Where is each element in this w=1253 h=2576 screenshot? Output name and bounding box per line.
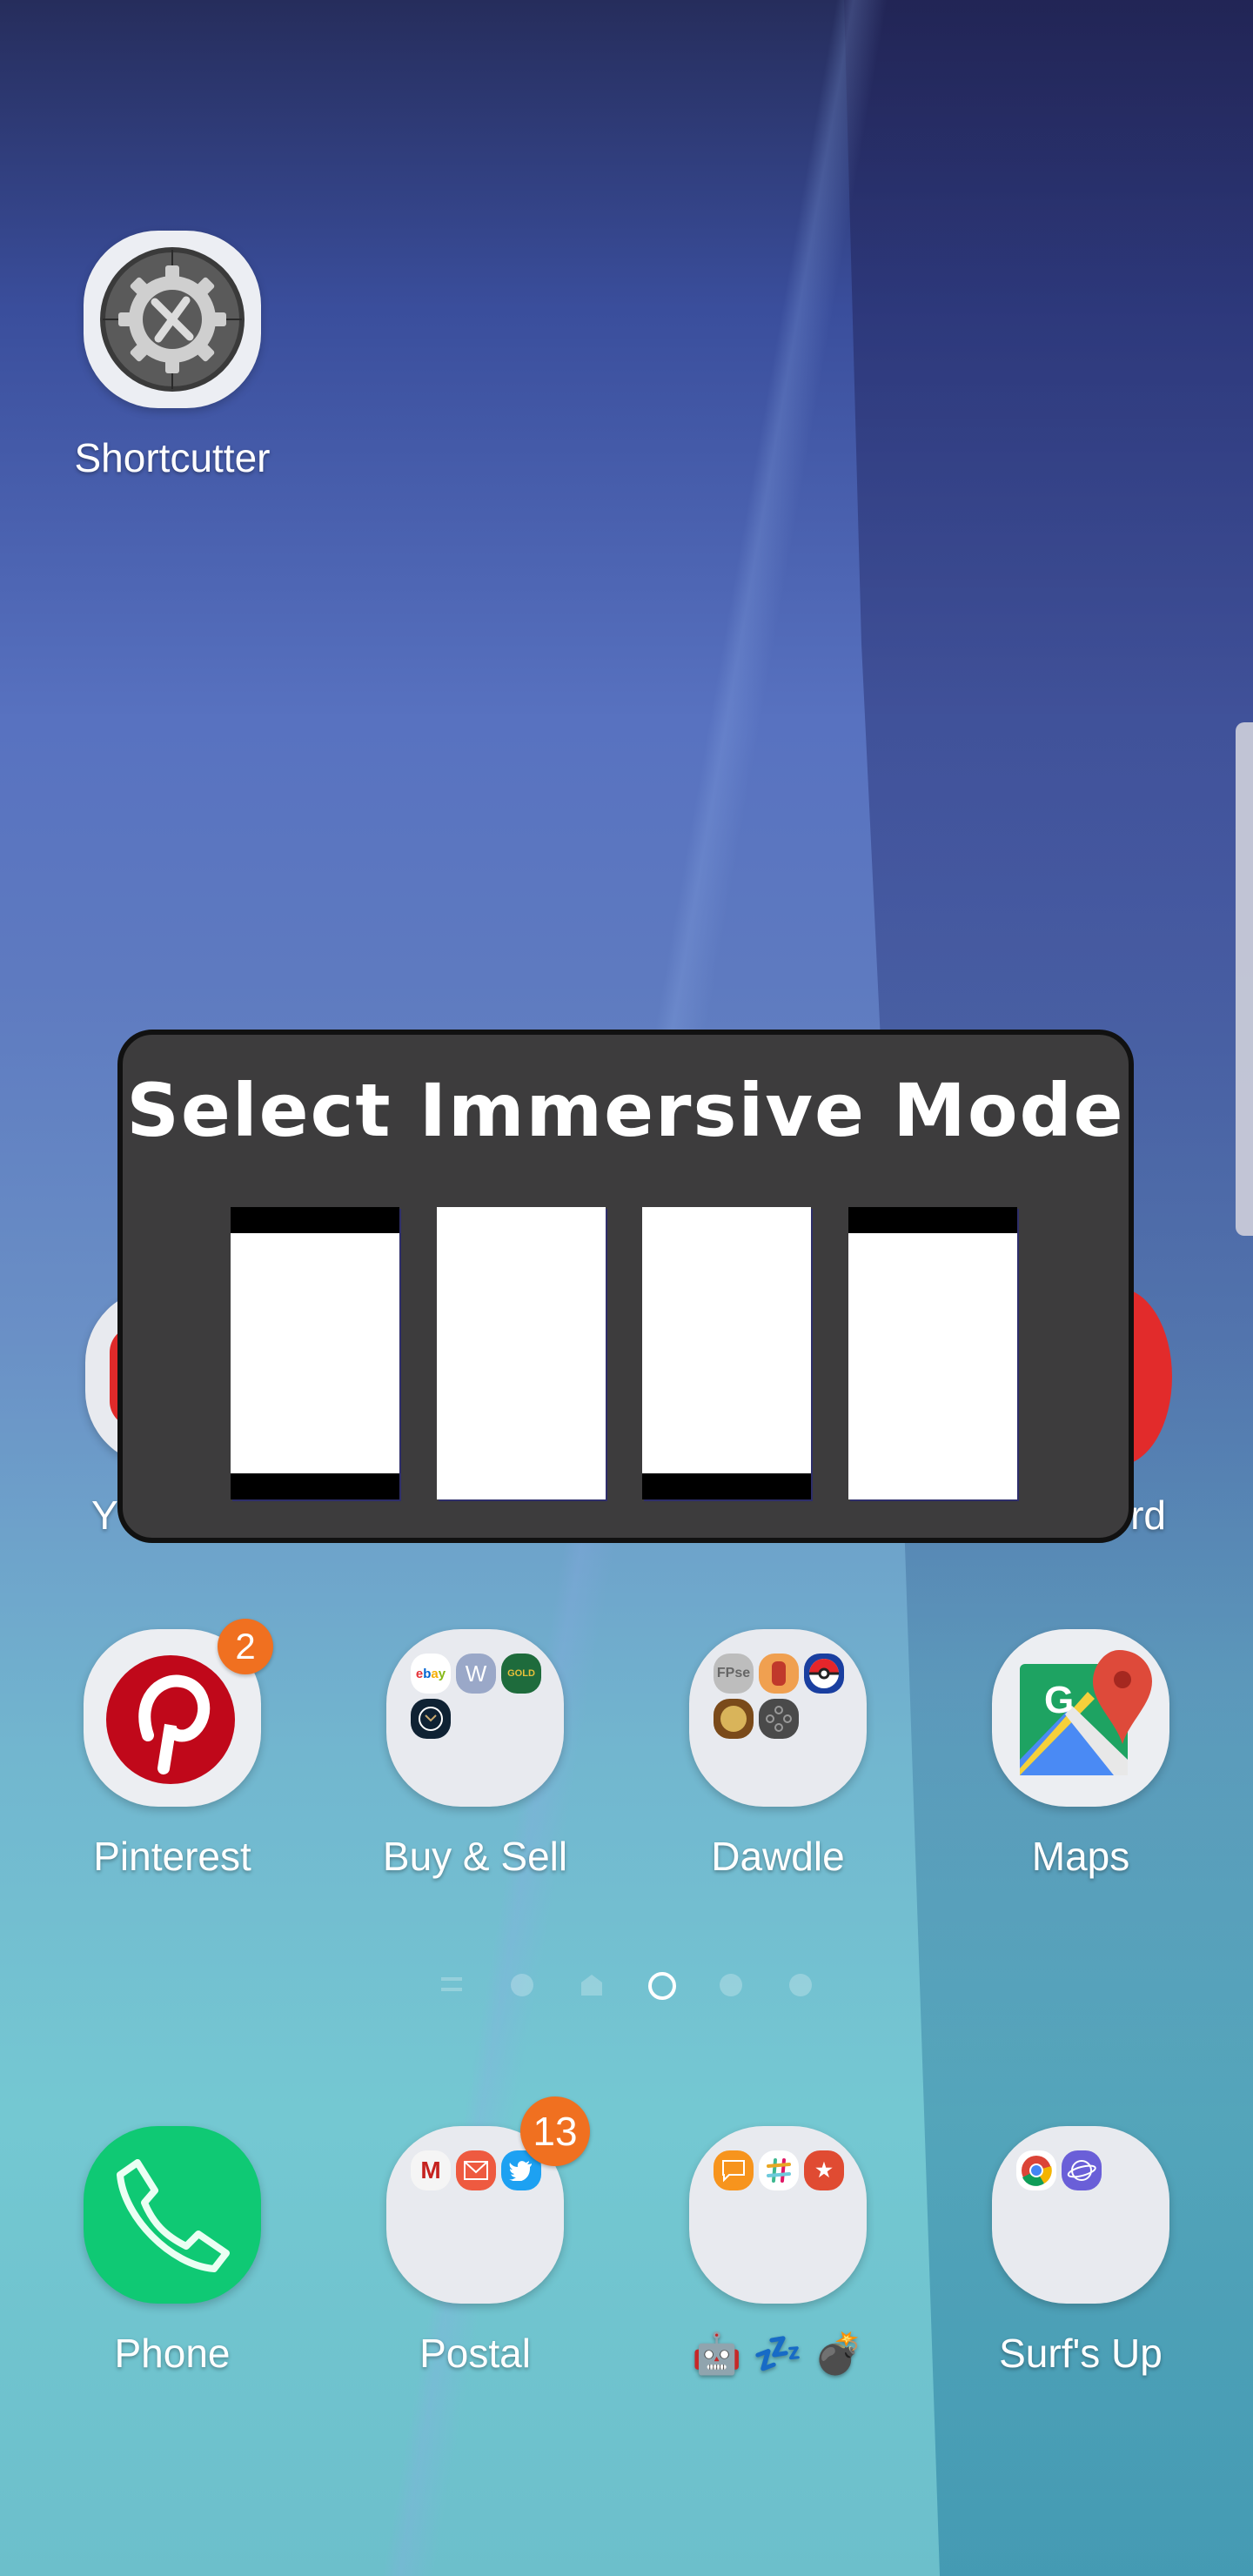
gear-wrench-icon <box>84 231 261 408</box>
folder-label: Postal <box>419 2331 531 2376</box>
folder-label: Buy & Sell <box>382 1834 568 1879</box>
nav-bar-preview <box>231 1473 399 1499</box>
fpse-icon: FPse <box>714 1654 754 1694</box>
folder-buy-sell[interactable]: ebay W GOLD Buy & Sell <box>383 1629 567 1880</box>
notification-badge: 2 <box>218 1619 273 1674</box>
folder-postal[interactable]: M 13 Postal <box>384 2096 590 2377</box>
w-app-icon: W <box>456 1654 496 1694</box>
page-indicator-dot[interactable] <box>720 1974 742 1996</box>
svg-text:G: G <box>1044 1679 1074 1721</box>
slack-icon <box>759 2150 799 2190</box>
page-indicator-dot[interactable] <box>789 1974 812 1996</box>
mode-option-hide-status[interactable] <box>642 1207 811 1499</box>
clock-app-icon <box>411 1699 451 1739</box>
dialog-title: Select Immersive Mode <box>126 1068 1125 1153</box>
wunderlist-icon: ★ <box>804 2150 844 2190</box>
folder-label: Surf's Up <box>999 2331 1163 2376</box>
app-label: Phone <box>114 2331 231 2376</box>
page-indicator-dot[interactable] <box>511 1974 533 1996</box>
mode-option-full-immersive[interactable] <box>437 1207 606 1499</box>
app-phone[interactable]: Phone <box>81 2126 264 2377</box>
game-hero-icon <box>759 1654 799 1694</box>
pinterest-icon: 2 <box>84 1619 273 1807</box>
folder-icon: ★ <box>689 2126 867 2304</box>
folder-label: Dawdle <box>711 1834 845 1879</box>
folder-robot-zzz-bomb[interactable]: ★ 🤖 💤 💣 <box>687 2126 869 2378</box>
chrome-icon <box>1016 2150 1056 2190</box>
email-icon <box>456 2150 496 2190</box>
folder-icon: FPse <box>689 1629 867 1807</box>
immersive-mode-dialog: Select Immersive Mode <box>117 1030 1134 1543</box>
folder-icon: ebay W GOLD <box>386 1629 564 1807</box>
edge-panel-handle[interactable] <box>1236 722 1253 1236</box>
page-indicator-home-icon[interactable] <box>580 1974 603 1996</box>
folder-icon <box>992 2126 1169 2304</box>
gmail-icon: M <box>411 2150 451 2190</box>
folder-dawdle[interactable]: FPse Dawdle <box>687 1629 869 1880</box>
nav-bar-preview <box>642 1473 811 1499</box>
notification-badge: 13 <box>520 2096 590 2166</box>
warrior-game-icon <box>714 1699 754 1739</box>
pokeball-icon <box>804 1654 844 1694</box>
app-label: Shortcutter <box>74 435 271 480</box>
folder-icon: M 13 <box>386 2096 590 2304</box>
gamepad-icon <box>759 1699 799 1739</box>
app-label: Maps <box>1031 1834 1130 1879</box>
samsung-internet-icon <box>1062 2150 1102 2190</box>
google-maps-icon: G <box>992 1629 1169 1807</box>
app-shortcutter[interactable]: Shortcutter <box>75 231 271 481</box>
gold-app-icon: GOLD <box>501 1654 541 1694</box>
mode-option-hide-navigation[interactable] <box>848 1207 1017 1499</box>
page-indicators <box>0 1972 1253 2005</box>
folder-surfs-up[interactable]: Surf's Up <box>989 2126 1172 2377</box>
page-indicator-current[interactable] <box>648 1972 676 2000</box>
ebay-icon: ebay <box>411 1654 451 1694</box>
app-maps[interactable]: G Maps <box>989 1629 1172 1880</box>
app-label: Pinterest <box>93 1834 251 1879</box>
page-indicator-list-icon[interactable] <box>441 1974 464 1996</box>
folder-label: 🤖 💤 💣 <box>692 2331 864 2376</box>
messages-icon <box>714 2150 754 2190</box>
app-pinterest[interactable]: 2 Pinterest <box>81 1619 273 1880</box>
mode-option-hide-both[interactable] <box>231 1207 399 1499</box>
status-bar-preview <box>231 1207 399 1233</box>
phone-icon <box>84 2126 261 2304</box>
status-bar-preview <box>848 1207 1017 1233</box>
